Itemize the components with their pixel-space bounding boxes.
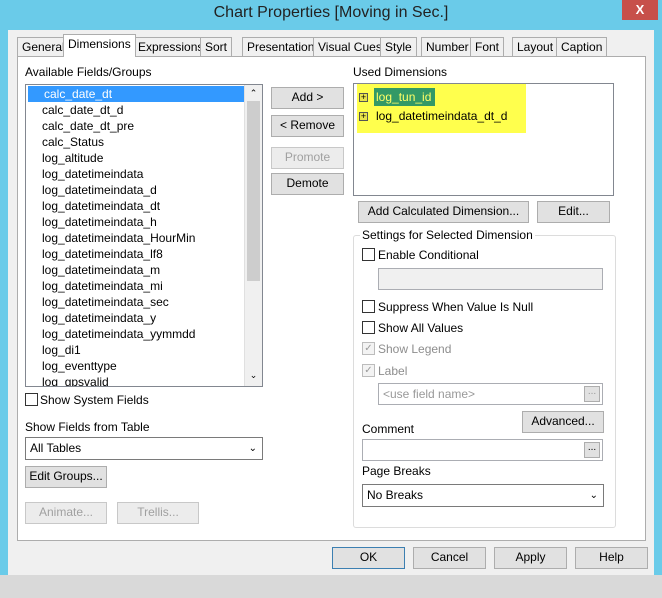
tab-expressions[interactable]: Expressions [133,37,209,57]
field-list-item[interactable]: calc_date_dt [28,86,244,102]
label-label: Label [378,364,408,378]
tab-visual-cues[interactable]: Visual Cues [313,37,387,57]
field-list-item[interactable]: log_datetimeindata_y [26,310,244,326]
edit-groups-button[interactable]: Edit Groups... [25,466,107,488]
scrollbar[interactable]: ⌃ ⌄ [244,85,262,386]
add-calculated-dimension-button[interactable]: Add Calculated Dimension... [358,201,529,223]
tab-layout[interactable]: Layout [512,37,559,57]
advanced-button[interactable]: Advanced... [522,411,604,433]
available-fields-list[interactable]: calc_date_dt calc_date_dt_d calc_date_dt_p… [25,84,263,387]
comment-input[interactable]: ... [362,439,603,461]
suppress-null-label: Suppress When Value Is Null [378,300,534,314]
window-title: Chart Properties [Moving in Sec.] [213,4,449,21]
show-system-fields-label: Show System Fields [40,393,149,407]
tab-number[interactable]: Number [421,37,474,57]
tab-dimensions[interactable]: Dimensions [63,34,136,57]
field-list-item[interactable]: log_datetimeindata_h [26,214,244,230]
tab-font[interactable]: Font [470,37,505,57]
promote-button[interactable]: Promote [271,147,344,169]
field-list-item[interactable]: log_datetimeindata_mi [26,278,244,294]
field-list-item[interactable]: log_datetimeindata_lf8 [26,246,244,262]
close-button[interactable]: X [622,0,658,20]
chevron-down-icon: ⌄ [248,443,257,454]
field-list-item[interactable]: log_di1 [26,342,244,358]
page-breaks-value: No Breaks [367,488,424,502]
used-dimensions-list[interactable]: + log_tun_id + log_datetimeindata_dt_d [353,83,614,196]
comment-browse-button[interactable]: ... [584,442,600,458]
tab-caption[interactable]: Caption [556,37,608,57]
field-list-item[interactable]: log_datetimeindata_m [26,262,244,278]
field-list-item[interactable]: log_datetimeindata_sec [26,294,244,310]
table-value: All Tables [30,441,82,455]
field-list-item[interactable]: log_datetimeindata_dt [26,198,244,214]
comment-label: Comment [362,422,415,436]
field-list-item[interactable]: log_datetimeindata_d [26,182,244,198]
scroll-up-icon[interactable]: ⌃ [245,85,262,101]
remove-button[interactable]: < Remove [271,115,344,137]
field-list-item[interactable]: log_eventtype [26,358,244,374]
tab-sort[interactable]: Sort [200,37,233,57]
field-list-item[interactable]: log_datetimeindata_yymmdd [26,326,244,342]
field-list-item[interactable]: log_datetimeindata_HourMin [26,230,244,246]
cancel-button[interactable]: Cancel [413,547,486,569]
tab-style[interactable]: Style [380,37,417,57]
page-breaks-select[interactable]: No Breaks ⌄ [362,484,604,507]
field-list-item[interactable]: log_datetimeindata [26,166,244,182]
taskbar-strip [0,575,662,598]
label-input[interactable]: <use field name>... [378,383,603,405]
enable-conditional-label: Enable Conditional [378,248,479,262]
conditional-input[interactable] [378,268,603,290]
label-browse-button[interactable]: ... [584,386,600,402]
field-list-item[interactable]: log_gpsvalid [26,374,244,386]
ok-button[interactable]: OK [332,547,405,569]
used-dimension-item[interactable]: + log_tun_id [359,88,436,106]
field-list-item[interactable]: calc_Status [26,134,244,150]
tab-presentation[interactable]: Presentation [242,37,320,57]
item-label: log_datetimeindata_dt_d [376,109,508,123]
show-fields-from-table-label: Show Fields from Table [25,420,150,434]
expand-icon[interactable]: + [359,112,368,122]
scroll-thumb[interactable] [247,101,260,281]
label-placeholder: <use field name> [383,387,476,401]
label-checkbox[interactable]: ✓ [362,364,375,377]
enable-conditional-checkbox[interactable] [362,248,375,261]
field-list-item[interactable]: calc_date_dt_pre [26,118,244,134]
animate-button[interactable]: Animate... [25,502,107,524]
show-all-values-checkbox[interactable] [362,321,375,334]
chevron-down-icon: ⌄ [589,490,598,501]
used-dimension-item[interactable]: + log_datetimeindata_dt_d [359,107,507,125]
edit-button[interactable]: Edit... [537,201,610,223]
show-all-values-label: Show All Values [378,321,464,335]
help-button[interactable]: Help [575,547,648,569]
field-list-item[interactable]: log_altitude [26,150,244,166]
available-fields-label: Available Fields/Groups [25,65,152,79]
field-list-item[interactable]: calc_date_dt_d [26,102,244,118]
used-dimensions-label: Used Dimensions [353,65,448,79]
table-select[interactable]: All Tables ⌄ [25,437,263,460]
show-legend-checkbox[interactable]: ✓ [362,342,375,355]
show-system-fields-checkbox[interactable] [25,393,38,406]
tab-general[interactable]: General [17,37,70,57]
show-legend-label: Show Legend [378,342,452,356]
item-label: log_tun_id [374,88,436,106]
settings-title: Settings for Selected Dimension [360,228,535,242]
suppress-null-checkbox[interactable] [362,300,375,313]
apply-button[interactable]: Apply [494,547,567,569]
expand-icon[interactable]: + [359,93,368,103]
add-button[interactable]: Add > [271,87,344,109]
demote-button[interactable]: Demote [271,173,344,195]
trellis-button[interactable]: Trellis... [117,502,199,524]
page-breaks-label: Page Breaks [362,464,431,478]
scroll-down-icon[interactable]: ⌄ [245,370,262,386]
